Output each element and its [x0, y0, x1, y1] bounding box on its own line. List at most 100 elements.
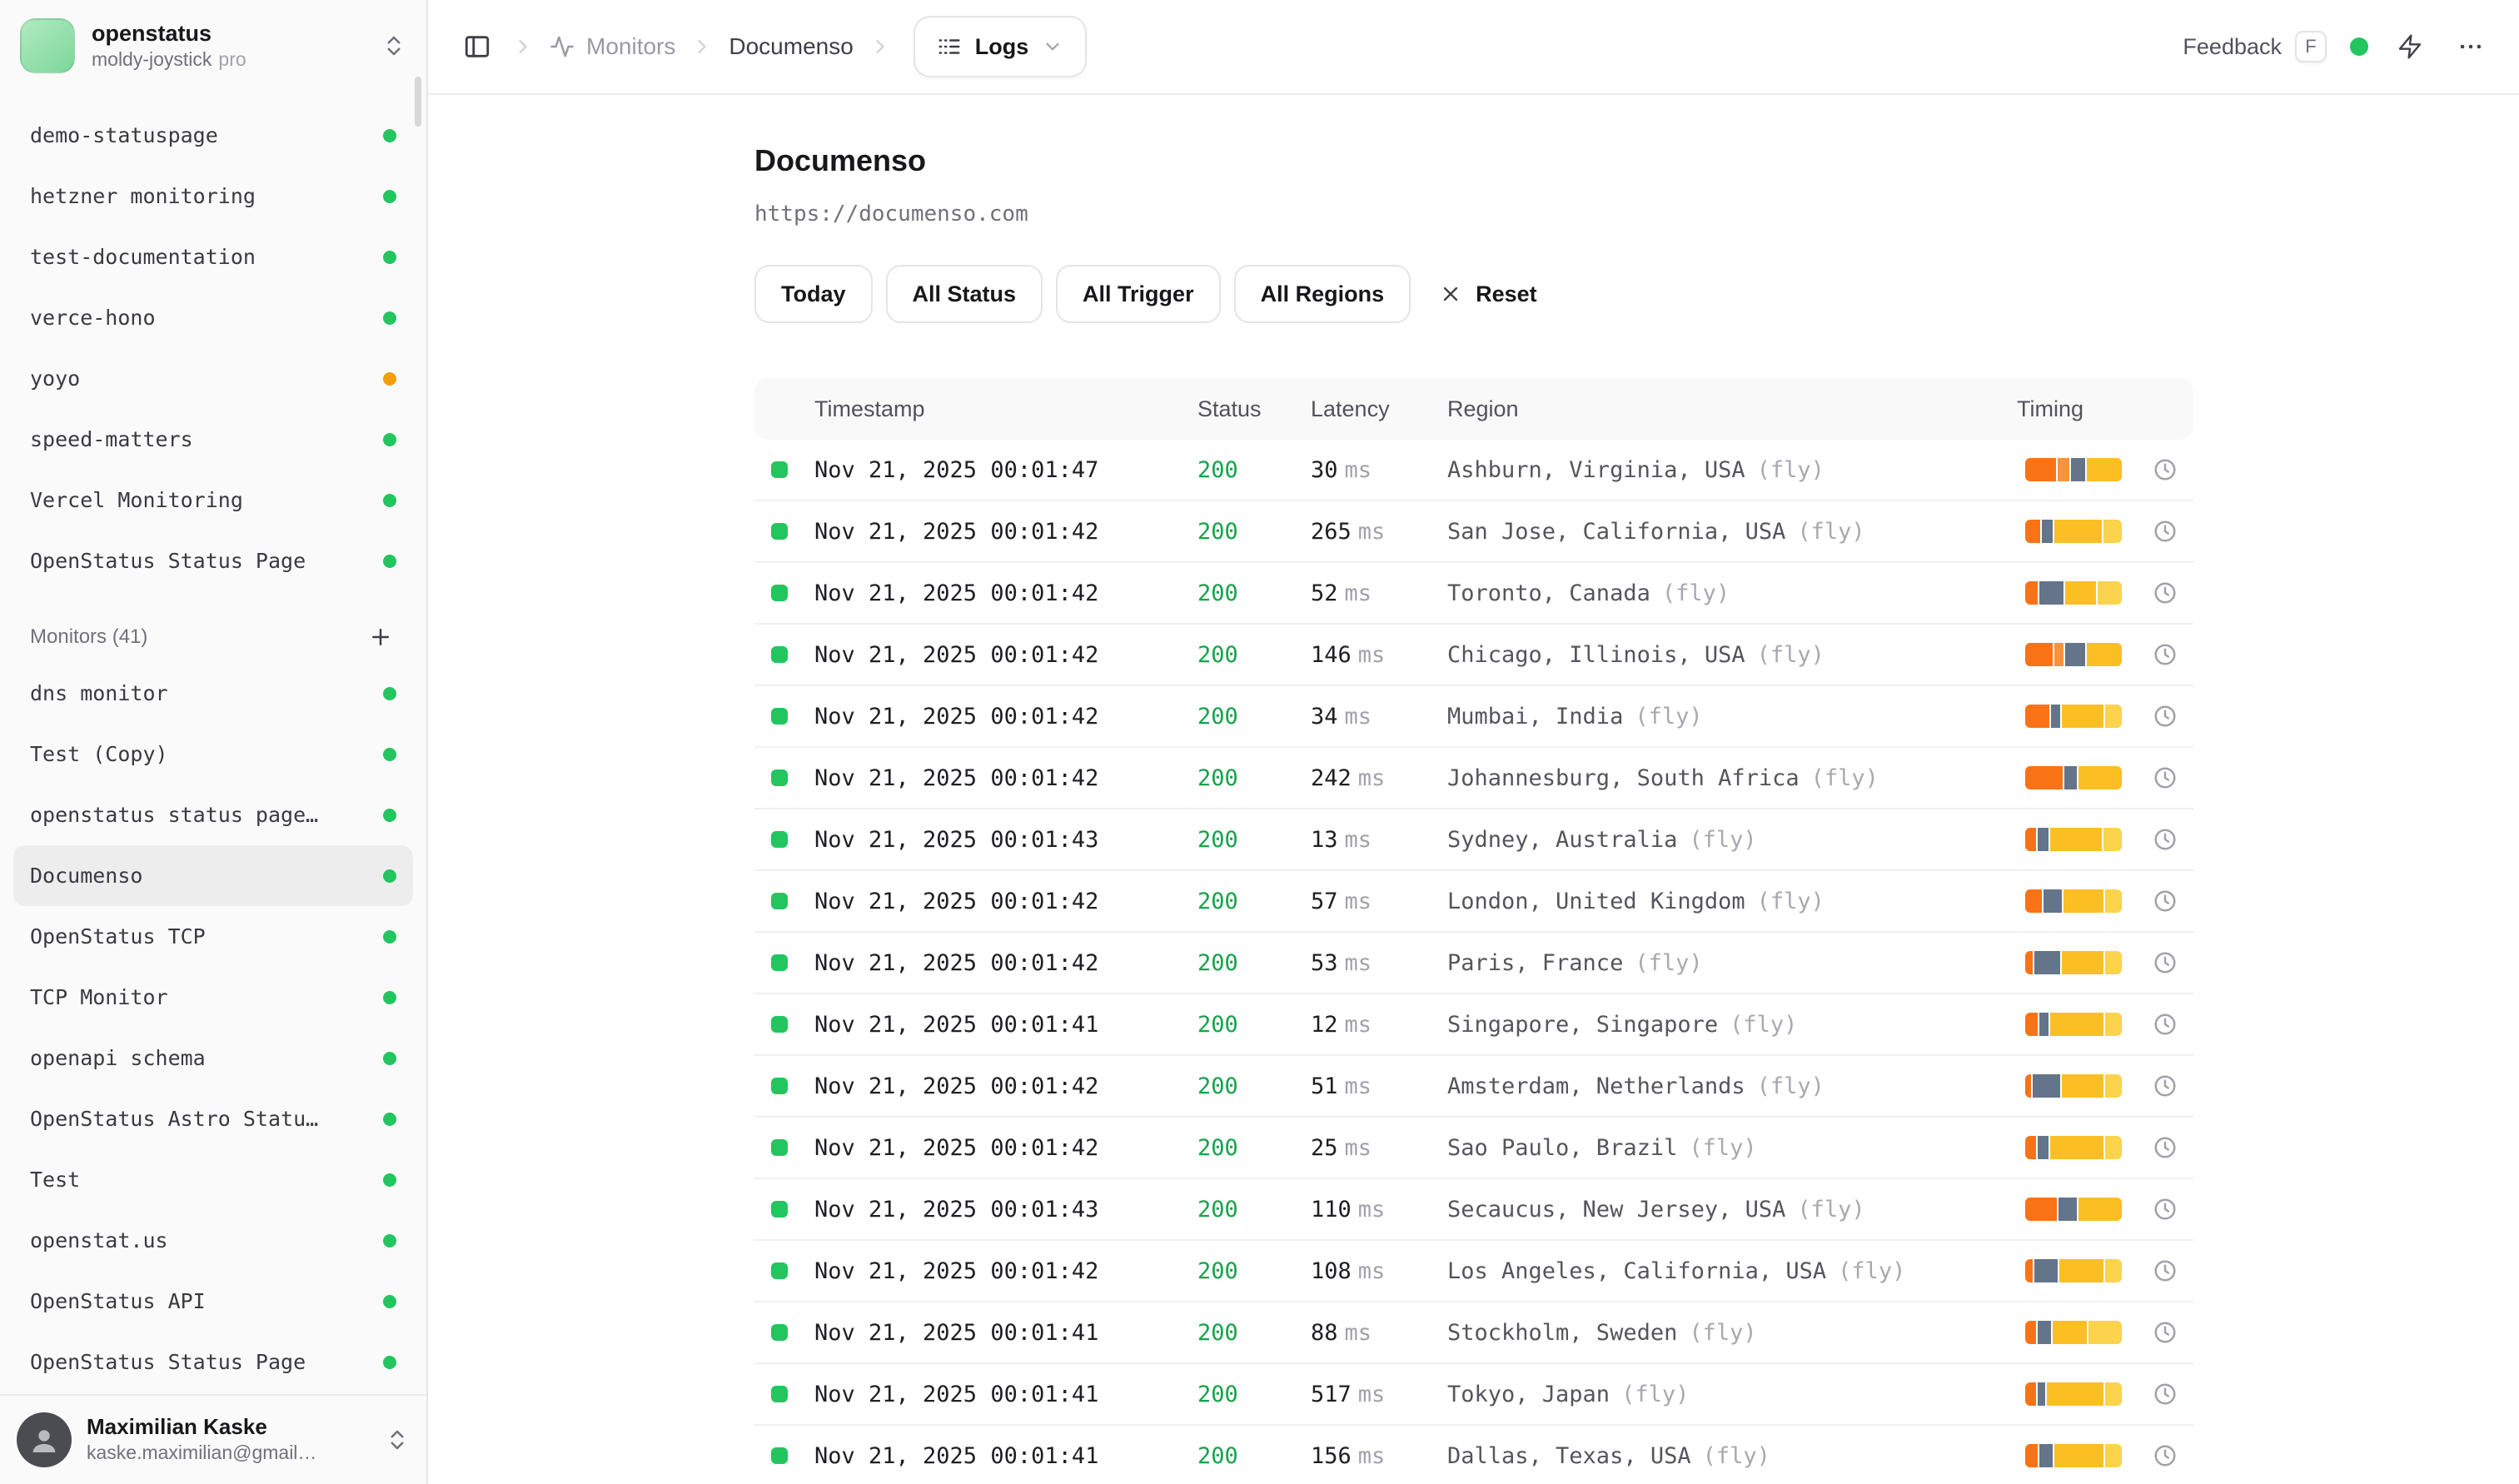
- workspace-switcher[interactable]: openstatus moldy-joystickpro: [0, 0, 426, 90]
- timing-details-button[interactable]: [2137, 1070, 2193, 1102]
- system-status-dot[interactable]: [2350, 37, 2368, 56]
- table-row[interactable]: Nov 21, 2025 00:01:42 200 25ms Sao Paulo…: [754, 1118, 2193, 1179]
- sidebar-page-vercel-monitoring[interactable]: Vercel Monitoring: [13, 470, 413, 530]
- add-monitor-button[interactable]: [365, 621, 396, 653]
- sidebar-monitor-openstatus-status-page[interactable]: openstatus status page…: [13, 784, 413, 845]
- timing-details-button[interactable]: [2137, 824, 2193, 855]
- sidebar-monitor-openstat-us[interactable]: openstat.us: [13, 1210, 413, 1271]
- more-options-button[interactable]: [2452, 27, 2490, 66]
- table-row[interactable]: Nov 21, 2025 00:01:42 200 53ms Paris, Fr…: [754, 933, 2193, 994]
- row-status-code: 200: [1197, 519, 1311, 545]
- row-region-provider: (fly): [1689, 827, 1756, 853]
- sidebar-item-label: dns monitor: [30, 681, 168, 705]
- ellipsis-icon: [2457, 32, 2485, 61]
- person-icon: [27, 1423, 61, 1457]
- timing-details-button[interactable]: [2137, 885, 2193, 917]
- sidebar-monitor-openapi-schema[interactable]: openapi schema: [13, 1028, 413, 1088]
- feedback-button[interactable]: Feedback F: [2183, 31, 2327, 62]
- table-row[interactable]: Nov 21, 2025 00:01:41 200 156ms Dallas, …: [754, 1426, 2193, 1484]
- monitor-url[interactable]: https://documenso.com: [754, 202, 2193, 227]
- filter-trigger-button[interactable]: All Trigger: [1056, 265, 1221, 323]
- page-title: Documenso: [754, 143, 2193, 178]
- timing-details-button[interactable]: [2137, 577, 2193, 609]
- logs-view-dropdown[interactable]: Logs: [914, 16, 1088, 77]
- timing-details-button[interactable]: [2137, 1255, 2193, 1287]
- sidebar-page-test-documentation[interactable]: test-documentation: [13, 227, 413, 287]
- filter-status-button[interactable]: All Status: [886, 265, 1043, 323]
- timing-details-button[interactable]: [2137, 1008, 2193, 1040]
- sidebar-monitor-dns-monitor[interactable]: dns monitor: [13, 663, 413, 724]
- col-region[interactable]: Region: [1447, 396, 2017, 422]
- reset-filters-button[interactable]: Reset: [1424, 265, 1552, 323]
- table-row[interactable]: Nov 21, 2025 00:01:41 200 12ms Singapore…: [754, 994, 2193, 1056]
- sidebar-monitor-test-copy[interactable]: Test (Copy): [13, 724, 413, 784]
- command-menu-button[interactable]: [2392, 28, 2428, 65]
- user-menu[interactable]: Maximilian Kaske kaske.maximilian@gmail…: [0, 1394, 426, 1484]
- status-dot: [383, 433, 396, 446]
- filter-regions-button[interactable]: All Regions: [1234, 265, 1411, 323]
- timing-details-button[interactable]: [2137, 1317, 2193, 1348]
- sidebar-page-yoyo[interactable]: yoyo: [13, 348, 413, 409]
- timing-bar: [2025, 951, 2122, 974]
- table-row[interactable]: Nov 21, 2025 00:01:42 200 52ms Toronto, …: [754, 563, 2193, 625]
- table-row[interactable]: Nov 21, 2025 00:01:43 200 110ms Secaucus…: [754, 1179, 2193, 1241]
- status-dot: [383, 311, 396, 325]
- sidebar-monitor-openstatus-astro-statu[interactable]: OpenStatus Astro Statu…: [13, 1088, 413, 1149]
- table-row[interactable]: Nov 21, 2025 00:01:42 200 34ms Mumbai, I…: [754, 686, 2193, 748]
- sidebar-monitor-documenso[interactable]: Documenso: [13, 845, 413, 906]
- sidebar-page-demo-statuspage[interactable]: demo-statuspage: [13, 105, 413, 166]
- table-row[interactable]: Nov 21, 2025 00:01:47 200 30ms Ashburn, …: [754, 440, 2193, 501]
- col-timing[interactable]: Timing: [2017, 396, 2137, 422]
- timing-details-button[interactable]: [2137, 639, 2193, 670]
- logs-table: Timestamp Status Latency Region Timing N…: [754, 378, 2193, 1484]
- timing-bar: [2025, 1136, 2122, 1159]
- timing-details-button[interactable]: [2137, 700, 2193, 732]
- timing-details-button[interactable]: [2137, 1132, 2193, 1163]
- sidebar-page-speed-matters[interactable]: speed-matters: [13, 409, 413, 470]
- sidebar-toggle-button[interactable]: [458, 27, 496, 66]
- timing-details-button[interactable]: [2137, 1440, 2193, 1472]
- sidebar-monitor-openstatus-status-page[interactable]: OpenStatus Status Page: [13, 1332, 413, 1392]
- table-row[interactable]: Nov 21, 2025 00:01:42 200 108ms Los Ange…: [754, 1241, 2193, 1302]
- sidebar-monitor-openstatus-api[interactable]: OpenStatus API: [13, 1271, 413, 1332]
- table-row[interactable]: Nov 21, 2025 00:01:42 200 51ms Amsterdam…: [754, 1056, 2193, 1118]
- col-timestamp[interactable]: Timestamp: [814, 396, 1197, 422]
- row-latency-unit: ms: [1345, 1320, 1372, 1346]
- row-latency-unit: ms: [1358, 1443, 1386, 1469]
- table-row[interactable]: Nov 21, 2025 00:01:42 200 146ms Chicago,…: [754, 625, 2193, 686]
- sidebar-page-openstatus-status-page[interactable]: OpenStatus Status Page: [13, 530, 413, 591]
- timing-details-button[interactable]: [2137, 1378, 2193, 1410]
- sidebar-page-hetzner-monitoring[interactable]: hetzner monitoring: [13, 166, 413, 227]
- timing-details-button[interactable]: [2137, 762, 2193, 794]
- sidebar-page-verce-hono[interactable]: verce-hono: [13, 287, 413, 348]
- table-row[interactable]: Nov 21, 2025 00:01:43 200 13ms Sydney, A…: [754, 809, 2193, 871]
- sidebar-monitor-test[interactable]: Test: [13, 1149, 413, 1210]
- table-row[interactable]: Nov 21, 2025 00:01:41 200 517ms Tokyo, J…: [754, 1364, 2193, 1426]
- timing-details-button[interactable]: [2137, 1193, 2193, 1225]
- timing-details-button[interactable]: [2137, 515, 2193, 547]
- timing-details-button[interactable]: [2137, 454, 2193, 486]
- filter-date-button[interactable]: Today: [754, 265, 873, 323]
- reset-label: Reset: [1476, 281, 1537, 307]
- sidebar-monitor-openstatus-tcp[interactable]: OpenStatus TCP: [13, 906, 413, 967]
- workspace-name: openstatus: [92, 21, 246, 47]
- row-region-provider: (fly): [1635, 950, 1702, 976]
- table-row[interactable]: Nov 21, 2025 00:01:42 200 265ms San Jose…: [754, 501, 2193, 563]
- row-latency: 25: [1311, 1135, 1338, 1161]
- status-square-icon: [771, 1447, 788, 1464]
- sidebar-monitor-tcp-monitor[interactable]: TCP Monitor: [13, 967, 413, 1028]
- row-latency-unit: ms: [1345, 580, 1372, 606]
- table-row[interactable]: Nov 21, 2025 00:01:42 200 57ms London, U…: [754, 871, 2193, 933]
- sidebar-scrollbar[interactable]: [415, 77, 421, 127]
- timing-details-button[interactable]: [2137, 947, 2193, 979]
- col-status[interactable]: Status: [1197, 396, 1311, 422]
- col-latency[interactable]: Latency: [1311, 396, 1447, 422]
- breadcrumb-current[interactable]: Documenso: [729, 33, 853, 60]
- clock-icon: [2153, 1135, 2178, 1160]
- row-region-provider: (fly): [1757, 1073, 1825, 1099]
- breadcrumb-monitors[interactable]: Monitors: [550, 33, 675, 60]
- clock-icon: [2153, 1197, 2178, 1222]
- table-row[interactable]: Nov 21, 2025 00:01:42 200 242ms Johannes…: [754, 748, 2193, 809]
- status-square-icon: [771, 585, 788, 601]
- table-row[interactable]: Nov 21, 2025 00:01:41 200 88ms Stockholm…: [754, 1302, 2193, 1364]
